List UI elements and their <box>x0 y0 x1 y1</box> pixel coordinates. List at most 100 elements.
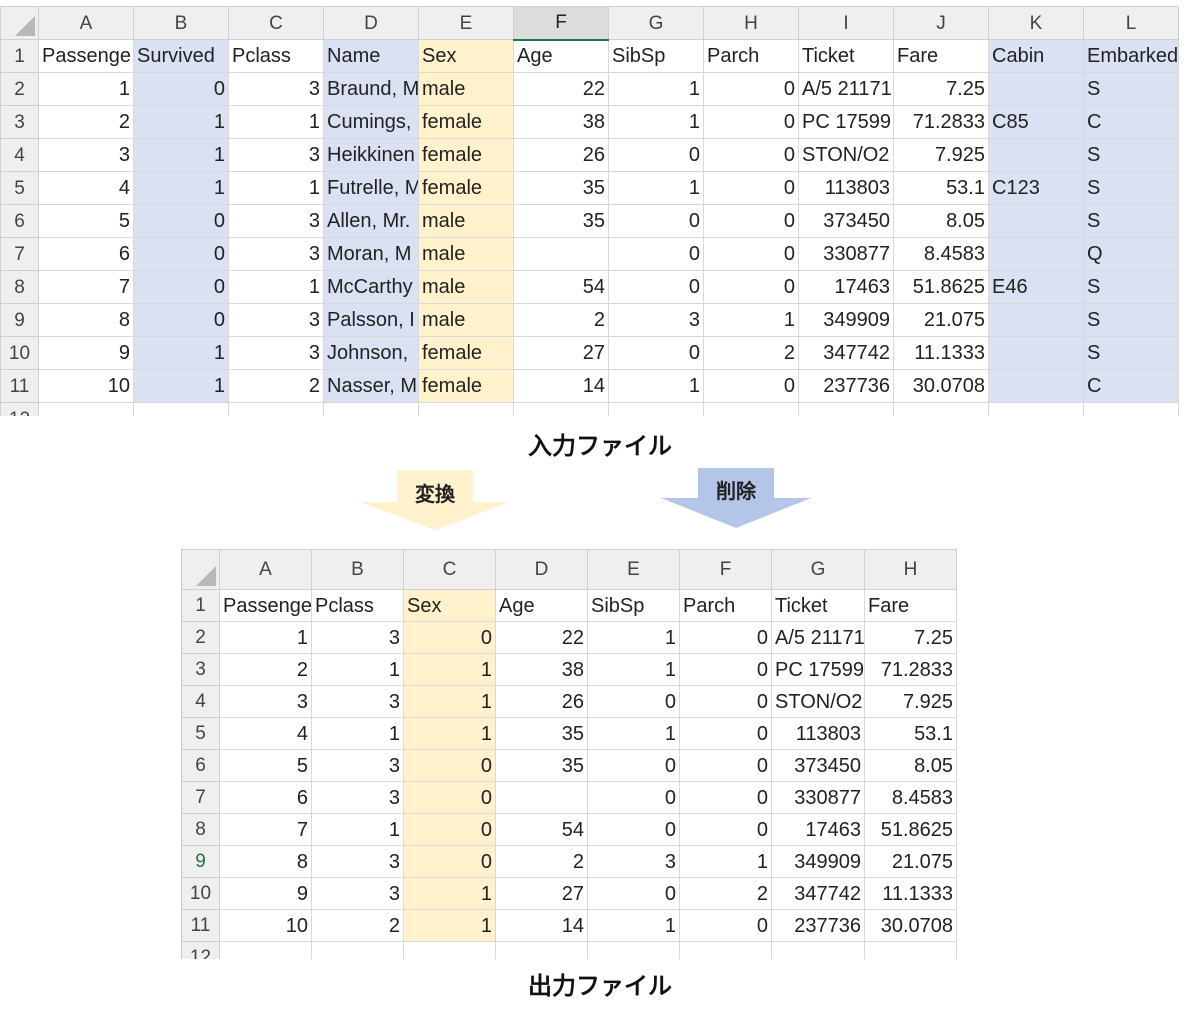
cell[interactable]: 27 <box>495 877 588 910</box>
column-header-j[interactable]: J <box>893 6 989 40</box>
cell[interactable]: 237736 <box>771 909 865 942</box>
cell[interactable]: 10 <box>219 909 312 942</box>
column-header-h[interactable]: H <box>864 549 957 590</box>
cell[interactable]: 0 <box>608 336 704 370</box>
cell[interactable]: 1 <box>228 105 324 139</box>
cell[interactable]: C <box>1083 105 1179 139</box>
cell[interactable]: 0 <box>587 781 680 814</box>
cell[interactable]: 0 <box>403 813 496 846</box>
cell[interactable]: 9 <box>219 877 312 910</box>
row-header[interactable]: 10 <box>181 877 220 910</box>
cell[interactable]: 0 <box>608 237 704 271</box>
cell[interactable]: 8.4583 <box>893 237 989 271</box>
row-header[interactable]: 11 <box>0 369 39 403</box>
cell[interactable]: 3 <box>311 781 404 814</box>
cell[interactable]: S <box>1083 204 1179 238</box>
column-header-e[interactable]: E <box>587 549 680 590</box>
cell[interactable]: S <box>1083 171 1179 205</box>
cell[interactable]: 0 <box>679 685 772 718</box>
cell[interactable]: 330877 <box>798 237 894 271</box>
cell[interactable] <box>38 402 134 416</box>
cell[interactable]: female <box>418 138 514 172</box>
cell[interactable]: 7.25 <box>864 621 957 654</box>
header-cell[interactable]: Pclass <box>311 589 404 622</box>
cell[interactable]: 7.925 <box>864 685 957 718</box>
column-header-f[interactable]: F <box>679 549 772 590</box>
cell[interactable]: 8.05 <box>893 204 989 238</box>
cell[interactable] <box>988 204 1084 238</box>
cell[interactable]: 1 <box>133 369 229 403</box>
cell[interactable]: 22 <box>495 621 588 654</box>
cell[interactable]: 1 <box>228 270 324 304</box>
cell[interactable]: 4 <box>38 171 134 205</box>
column-header-a[interactable]: A <box>219 549 312 590</box>
cell[interactable]: 0 <box>608 204 704 238</box>
cell[interactable]: 373450 <box>771 749 865 782</box>
row-header[interactable]: 5 <box>0 171 39 205</box>
cell[interactable] <box>513 402 609 416</box>
column-header-e[interactable]: E <box>418 6 514 40</box>
cell[interactable]: 10 <box>38 369 134 403</box>
cell[interactable]: S <box>1083 72 1179 106</box>
cell[interactable]: 1 <box>679 845 772 878</box>
cell[interactable]: 373450 <box>798 204 894 238</box>
cell[interactable]: Palsson, I <box>323 303 419 337</box>
cell[interactable]: 1 <box>403 685 496 718</box>
header-cell[interactable]: Parch <box>703 39 799 73</box>
cell[interactable]: S <box>1083 336 1179 370</box>
column-header-f[interactable]: F <box>513 6 609 41</box>
cell[interactable] <box>988 72 1084 106</box>
cell[interactable]: 17463 <box>771 813 865 846</box>
cell[interactable]: 26 <box>513 138 609 172</box>
cell[interactable]: 5 <box>38 204 134 238</box>
cell[interactable]: 2 <box>311 909 404 942</box>
cell[interactable]: 3 <box>311 621 404 654</box>
cell[interactable]: 3 <box>228 237 324 271</box>
cell[interactable]: 71.2833 <box>893 105 989 139</box>
cell[interactable]: 0 <box>403 749 496 782</box>
column-header-d[interactable]: D <box>323 6 419 40</box>
cell[interactable]: 1 <box>608 72 704 106</box>
cell[interactable]: 0 <box>703 105 799 139</box>
cell[interactable] <box>587 941 680 959</box>
column-header-g[interactable]: G <box>608 6 704 40</box>
cell[interactable]: 35 <box>495 749 588 782</box>
cell[interactable] <box>988 138 1084 172</box>
cell[interactable]: 0 <box>703 369 799 403</box>
cell[interactable]: 0 <box>679 621 772 654</box>
cell[interactable] <box>228 402 324 416</box>
cell[interactable]: 5 <box>219 749 312 782</box>
cell[interactable]: 0 <box>679 781 772 814</box>
cell[interactable]: 1 <box>703 303 799 337</box>
column-header-c[interactable]: C <box>228 6 324 40</box>
cell[interactable]: 53.1 <box>893 171 989 205</box>
cell[interactable]: 1 <box>587 653 680 686</box>
cell[interactable]: 1 <box>587 621 680 654</box>
cell[interactable]: 9 <box>38 336 134 370</box>
cell[interactable]: 1 <box>38 72 134 106</box>
cell[interactable]: 38 <box>495 653 588 686</box>
cell[interactable]: 2 <box>703 336 799 370</box>
column-header-b[interactable]: B <box>311 549 404 590</box>
column-header-g[interactable]: G <box>771 549 865 590</box>
header-cell[interactable]: Name <box>323 39 419 73</box>
cell[interactable]: 1 <box>608 369 704 403</box>
cell[interactable] <box>703 402 799 416</box>
row-header[interactable]: 3 <box>0 105 39 139</box>
column-header-h[interactable]: H <box>703 6 799 40</box>
cell[interactable]: 2 <box>228 369 324 403</box>
cell[interactable]: 1 <box>219 621 312 654</box>
cell[interactable]: 30.0708 <box>864 909 957 942</box>
row-header[interactable]: 12 <box>0 402 39 416</box>
cell[interactable]: Q <box>1083 237 1179 271</box>
cell[interactable]: 27 <box>513 336 609 370</box>
cell[interactable]: 0 <box>679 749 772 782</box>
header-cell[interactable]: Embarked <box>1083 39 1179 73</box>
cell[interactable] <box>864 941 957 959</box>
cell[interactable]: 1 <box>403 877 496 910</box>
cell[interactable]: 1 <box>403 653 496 686</box>
cell[interactable]: 330877 <box>771 781 865 814</box>
cell[interactable]: 0 <box>133 237 229 271</box>
row-header[interactable]: 7 <box>0 237 39 271</box>
cell[interactable]: PC 17599 <box>798 105 894 139</box>
